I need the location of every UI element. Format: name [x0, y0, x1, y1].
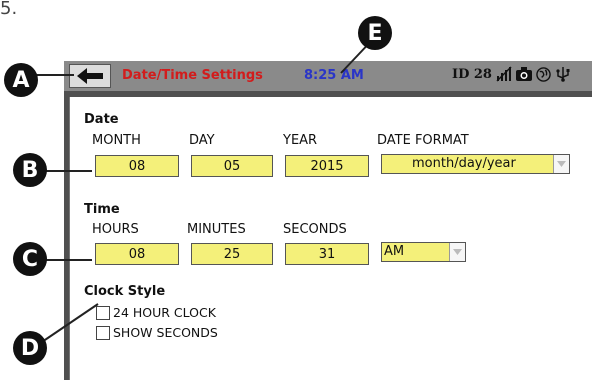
- date-format-label: DATE FORMAT: [377, 133, 469, 148]
- day-label: DAY: [189, 133, 215, 148]
- callout-line-b: [40, 170, 92, 172]
- year-label: YEAR: [283, 133, 318, 148]
- chevron-down-icon[interactable]: [449, 243, 465, 261]
- step-number: 5.: [0, 0, 18, 19]
- status-icons: ID 28: [452, 66, 571, 82]
- day-field[interactable]: 05: [191, 155, 273, 177]
- arrow-left-icon: [77, 68, 103, 84]
- globe-icon: [536, 66, 551, 82]
- year-field[interactable]: 2015: [285, 155, 369, 177]
- device-screen: Date/Time Settings 8:25 AM ID 28 Date MO…: [64, 61, 592, 380]
- hours-field[interactable]: 08: [95, 243, 179, 265]
- screen-title: Date/Time Settings: [122, 68, 263, 83]
- hours-label: HOURS: [92, 222, 139, 237]
- chevron-down-icon[interactable]: [553, 155, 569, 173]
- callout-a: A: [4, 63, 38, 97]
- status-bar: Date/Time Settings 8:25 AM ID 28: [64, 61, 592, 91]
- month-label: MONTH: [92, 133, 141, 148]
- option-24-hour-clock[interactable]: 24 HOUR CLOCK: [96, 305, 216, 320]
- time-section-title: Time: [84, 202, 120, 217]
- back-button[interactable]: [69, 64, 111, 88]
- minutes-field[interactable]: 25: [191, 243, 273, 265]
- callout-line-c: [40, 259, 92, 261]
- month-field[interactable]: 08: [95, 155, 179, 177]
- callout-b: B: [13, 153, 47, 187]
- callout-e: E: [358, 16, 392, 50]
- am-pm-select[interactable]: AM: [381, 242, 466, 262]
- minutes-label: MINUTES: [187, 222, 246, 237]
- date-section-title: Date: [84, 112, 119, 127]
- signal-off-icon: [496, 66, 512, 82]
- clock-style-title: Clock Style: [84, 284, 166, 299]
- camera-icon: [515, 67, 532, 81]
- callout-d: D: [13, 331, 47, 365]
- date-format-value: month/day/year: [412, 156, 516, 171]
- seconds-label: SECONDS: [283, 222, 347, 237]
- option-show-seconds[interactable]: SHOW SECONDS: [96, 325, 218, 340]
- settings-panel: Date MONTH DAY YEAR DATE FORMAT 08 05 20…: [69, 97, 592, 380]
- option-show-seconds-label: SHOW SECONDS: [113, 325, 218, 340]
- option-24-hour-label: 24 HOUR CLOCK: [113, 305, 216, 320]
- date-format-select[interactable]: month/day/year: [381, 154, 570, 174]
- am-pm-value: AM: [384, 244, 405, 259]
- seconds-field[interactable]: 31: [285, 243, 369, 265]
- usb-icon: [555, 66, 571, 82]
- callout-c: C: [13, 242, 47, 276]
- device-id-label: ID 28: [452, 66, 492, 82]
